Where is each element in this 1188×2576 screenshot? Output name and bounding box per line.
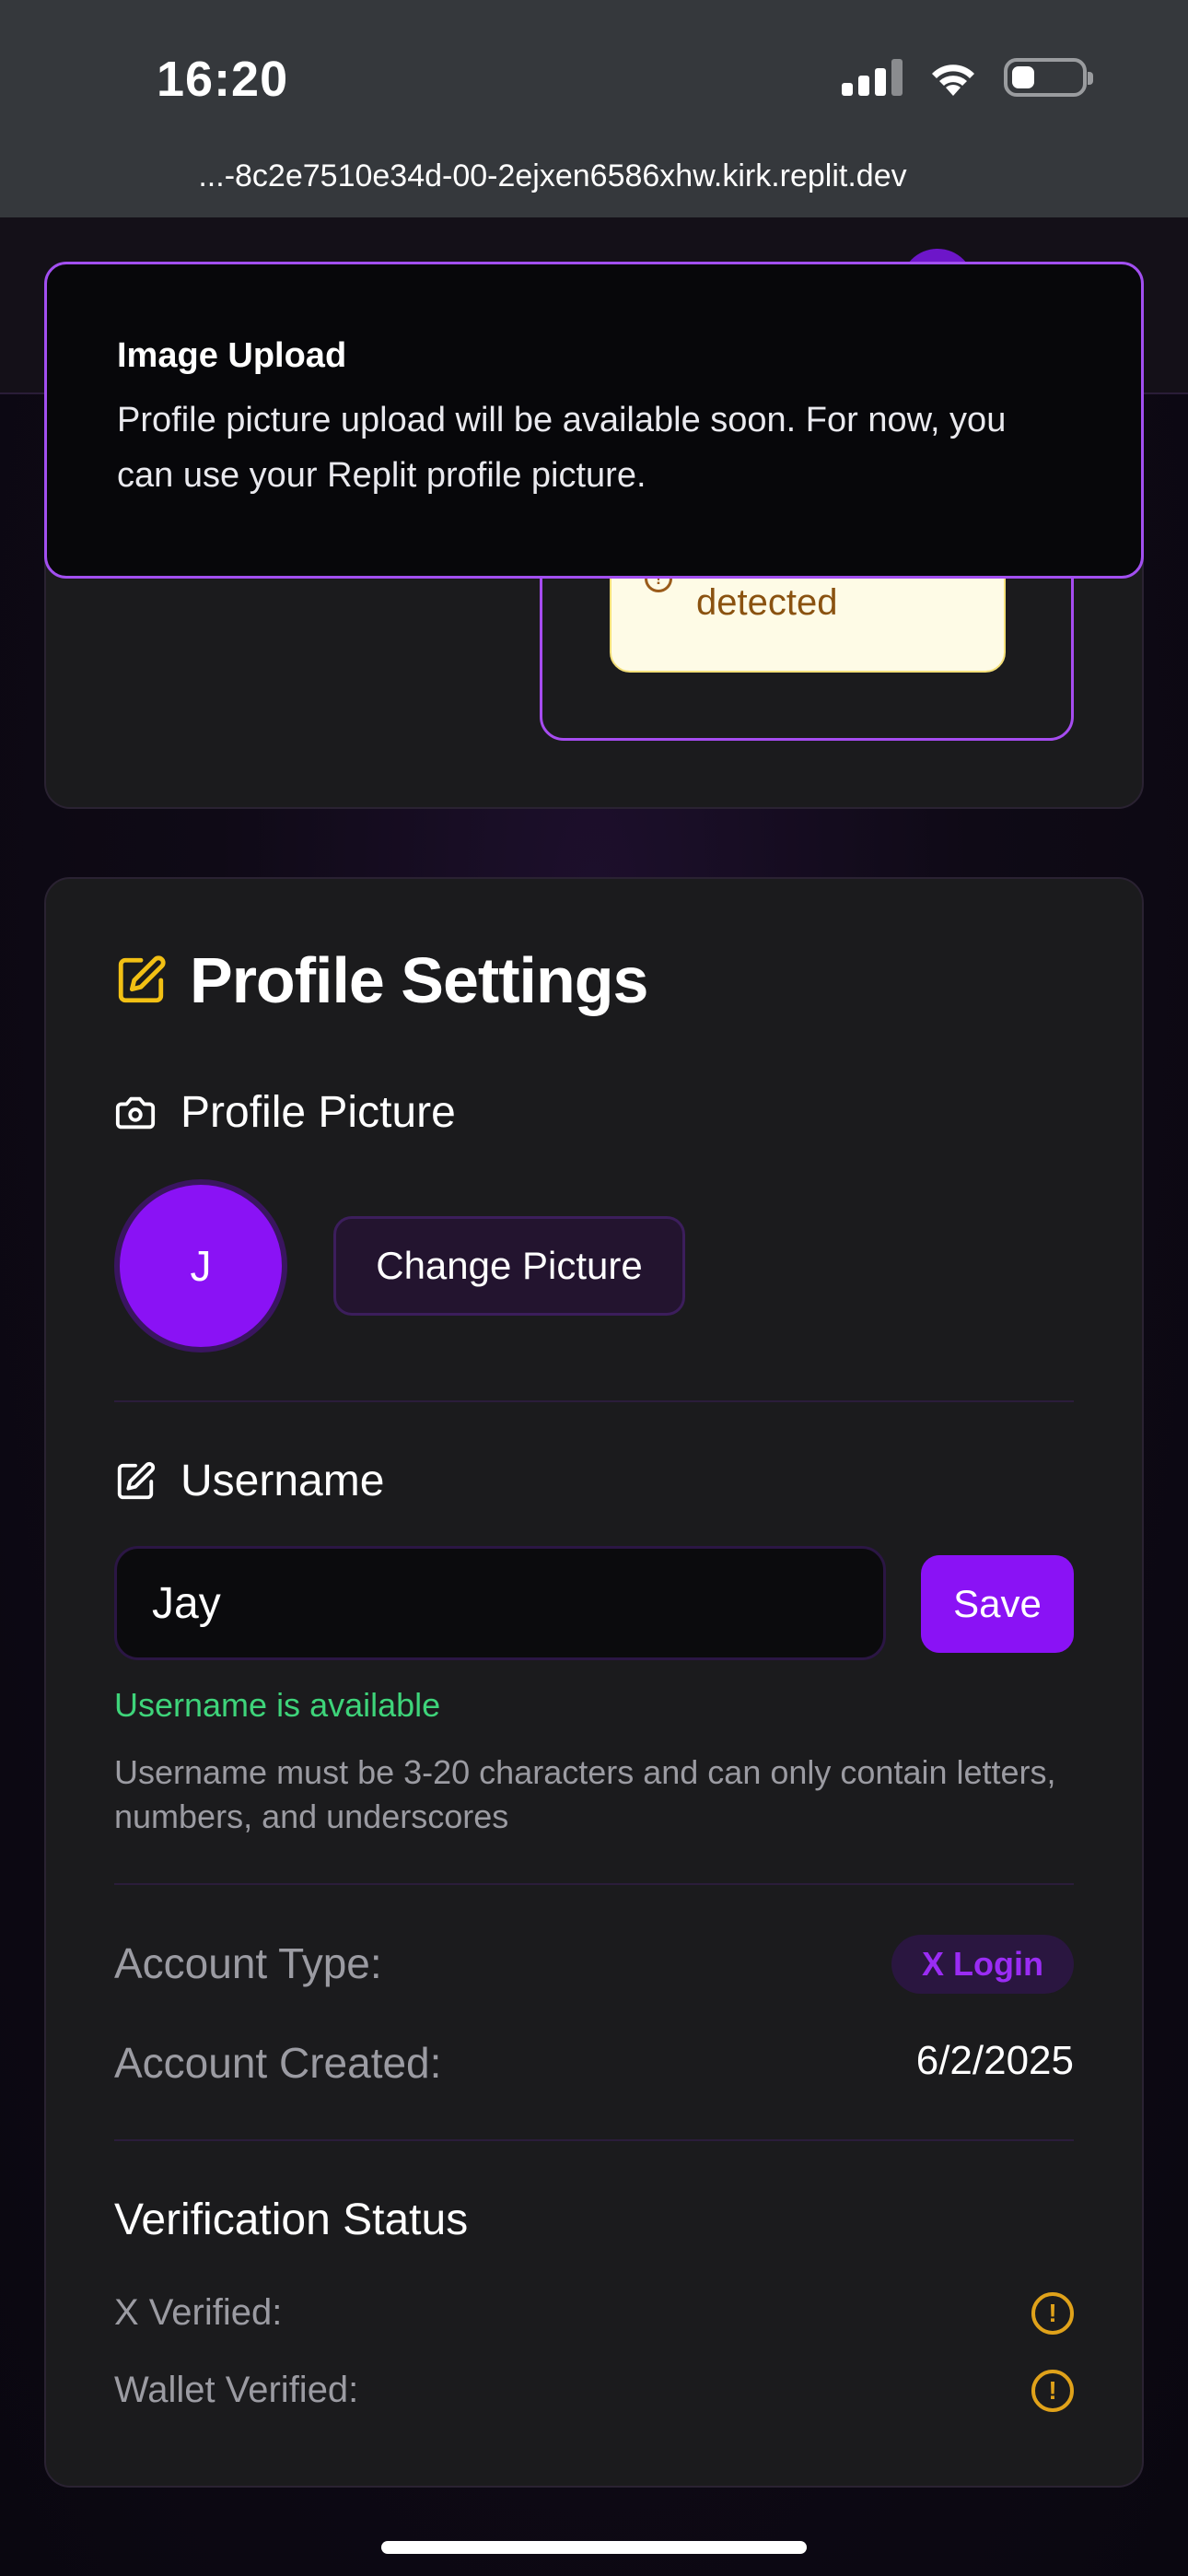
- divider: [114, 2139, 1074, 2141]
- home-indicator: [381, 2541, 807, 2554]
- page-title: Profile Settings: [190, 944, 648, 1016]
- username-input[interactable]: [114, 1546, 886, 1660]
- url-bar[interactable]: ...-8c2e7510e34d-00-2ejxen6586xhw.kirk.r…: [0, 158, 1188, 194]
- username-section-header: Username: [114, 1456, 384, 1506]
- save-button[interactable]: Save: [921, 1555, 1074, 1653]
- toast-title: Image Upload: [117, 336, 347, 375]
- avatar: J: [114, 1179, 287, 1352]
- edit-square-icon: [117, 1461, 156, 1499]
- battery-icon: [1004, 58, 1093, 97]
- x-verified-label: X Verified:: [114, 2292, 283, 2333]
- edit-square-icon: [118, 955, 166, 1003]
- profile-picture-label: Profile Picture: [181, 1088, 456, 1137]
- toast-body: Profile picture upload will be available…: [117, 401, 1007, 495]
- divider: [114, 1883, 1074, 1885]
- username-hint: Username must be 3-20 characters and can…: [114, 1753, 1056, 1835]
- wifi-icon: [932, 64, 974, 96]
- account-created-value: 6/2/2025: [915, 2038, 1074, 2083]
- account-type-label: Account Type:: [114, 1939, 382, 1987]
- alert-circle-icon: !: [1031, 2370, 1074, 2412]
- camera-icon: [115, 1096, 156, 1129]
- status-time: 16:20: [157, 52, 289, 107]
- change-picture-button[interactable]: Change Picture: [333, 1216, 685, 1316]
- alert-circle-icon: !: [1031, 2292, 1074, 2335]
- verification-status-title: Verification Status: [114, 2195, 469, 2244]
- profile-picture-section-header: Profile Picture: [114, 1087, 456, 1138]
- divider: [114, 1400, 1074, 1402]
- wallet-verified-label: Wallet Verified:: [114, 2370, 359, 2410]
- toast-notification[interactable]: Image Upload Profile picture upload will…: [44, 262, 1144, 579]
- profile-settings-header: Profile Settings: [114, 943, 648, 1017]
- status-icons: [842, 57, 1093, 98]
- status-bar: 16:20 ...-8c2e7510e34d-00-2ejxen6586xhw.…: [0, 0, 1188, 217]
- account-type-badge: X Login: [891, 1935, 1074, 1994]
- account-created-label: Account Created:: [114, 2039, 442, 2087]
- username-availability: Username is available: [114, 1686, 441, 1724]
- cellular-signal-icon: [842, 59, 903, 96]
- wallet-warning-text: detected: [696, 582, 838, 623]
- username-label: Username: [181, 1457, 385, 1505]
